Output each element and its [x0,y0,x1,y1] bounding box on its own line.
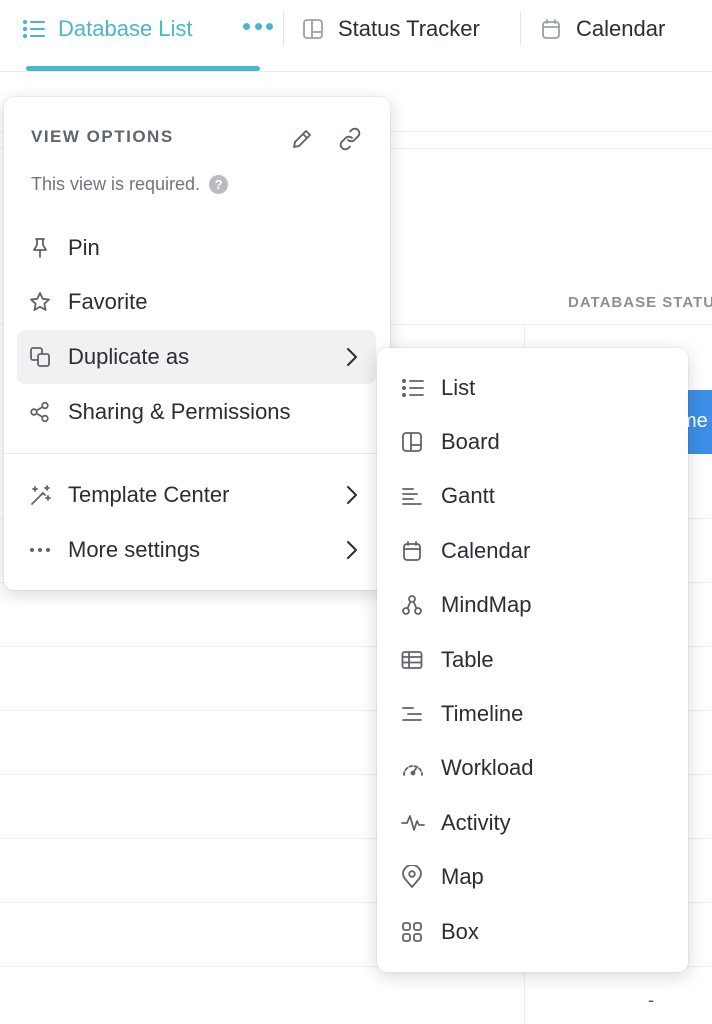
table-icon [377,650,441,670]
menu-item-duplicate-as[interactable]: Duplicate as [17,330,376,384]
required-note: This view is required. ? [31,174,229,195]
list-icon [377,378,441,398]
dot [266,22,273,30]
menu-item-label: Favorite [68,289,148,314]
calendar-icon [377,540,441,562]
activity-icon [377,812,441,834]
link-icon[interactable] [337,127,363,156]
magic-wand-icon [17,484,57,506]
menu-item-more-settings[interactable]: More settings [17,523,376,577]
submenu-item-label: Calendar [441,538,531,563]
help-icon[interactable]: ? [209,175,229,194]
view-options-menu: VIEW OPTIONS This view is required. ? Pi… [4,97,390,590]
board-icon [377,431,441,453]
submenu-item-gantt[interactable]: Gantt [377,469,688,523]
submenu-item-label: Activity [441,810,511,835]
tab-divider [283,12,284,46]
mindmap-icon [377,594,441,616]
duplicate-icon [17,346,57,368]
tab-label: Calendar [576,16,666,41]
tab-calendar[interactable]: Calendar [540,0,665,58]
submenu-item-activity[interactable]: Activity [377,796,688,850]
tab-divider [520,12,521,46]
menu-title: VIEW OPTIONS [31,127,174,146]
submenu-item-label: Board [441,429,500,454]
chevron-right-icon [346,540,358,566]
map-pin-icon [377,865,441,889]
submenu-item-calendar[interactable]: Calendar [377,524,688,578]
dot [254,22,262,30]
pin-icon [17,237,57,259]
dot [243,22,250,30]
active-tab-underline [26,66,260,71]
menu-item-template-center[interactable]: Template Center [17,468,376,522]
tab-database-list[interactable]: Database List [22,0,193,58]
submenu-item-label: Timeline [441,701,524,726]
menu-item-label: Pin [68,235,100,260]
chevron-right-icon [346,485,358,511]
menu-item-sharing-permissions[interactable]: Sharing & Permissions [17,385,376,439]
menu-item-pin[interactable]: Pin [17,221,376,275]
menu-item-favorite[interactable]: Favorite [17,275,376,329]
submenu-item-label: Box [441,919,479,944]
submenu-item-map[interactable]: Map [377,850,688,904]
timeline-icon [377,705,441,723]
workload-icon [377,757,441,779]
submenu-item-list[interactable]: List [377,361,688,415]
box-icon [377,921,441,943]
submenu-item-table[interactable]: Table [377,633,688,687]
share-icon [17,401,57,423]
empty-cell: - [648,990,654,1010]
submenu-item-label: Table [441,647,494,672]
submenu-item-label: Workload [441,755,534,780]
submenu-item-box[interactable]: Box [377,905,688,959]
menu-item-label: Template Center [68,482,230,507]
submenu-item-mindmap[interactable]: MindMap [377,578,688,632]
submenu-item-workload[interactable]: Workload [377,741,688,795]
pencil-icon[interactable] [290,127,314,156]
submenu-item-label: MindMap [441,592,532,617]
submenu-item-label: Map [441,864,484,889]
tab-status-tracker[interactable]: Status Tracker [302,0,480,58]
calendar-icon [540,18,562,40]
tab-more-button[interactable] [243,14,273,38]
submenu-item-label: List [441,375,476,400]
required-note-text: This view is required. [31,174,201,194]
list-icon [22,19,46,39]
duplicate-as-submenu: List Board Gantt Calendar MindMap Table [377,348,688,972]
tab-label: Database List [58,16,193,41]
submenu-item-label: Gantt [441,483,495,508]
star-icon [17,291,57,313]
gantt-icon [377,486,441,506]
more-dots-icon [17,539,57,561]
menu-divider [4,453,390,454]
view-tab-bar: Database List Status Tracker Calendar [0,0,712,72]
menu-item-label: Sharing & Permissions [68,399,291,424]
chevron-right-icon [346,347,358,373]
tab-label: Status Tracker [338,16,480,41]
submenu-item-timeline[interactable]: Timeline [377,687,688,741]
board-icon [302,18,324,40]
submenu-item-board[interactable]: Board [377,415,688,469]
column-header: DATABASE STATUS [568,294,712,311]
menu-item-label: Duplicate as [68,344,190,369]
menu-item-label: More settings [68,537,201,562]
